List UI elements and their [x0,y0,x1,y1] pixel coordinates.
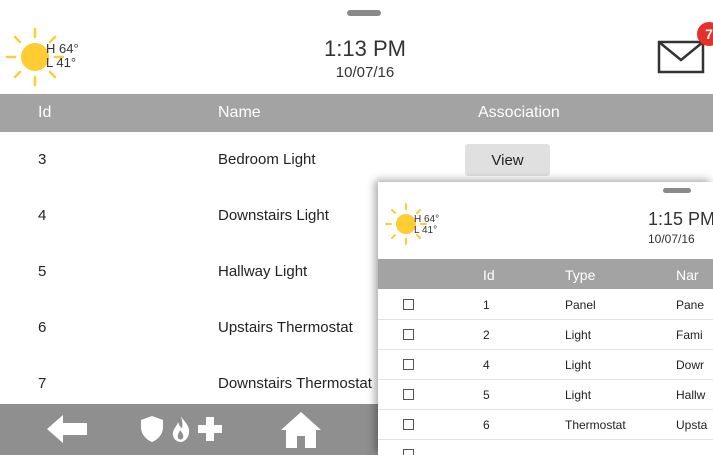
row-checkbox[interactable] [403,359,414,370]
row-name: Bedroom Light [218,151,316,168]
medical-plus-icon[interactable] [198,417,222,441]
row-id: 6 [38,319,47,336]
row-id: 1 [483,298,490,312]
home-icon[interactable] [281,412,321,448]
column-name: Name [218,104,261,121]
row-id: 3 [38,151,47,168]
overlay-table-row[interactable]: 1 Panel Pane [378,290,713,320]
row-id: 4 [38,207,47,224]
row-type: Panel [565,298,596,312]
main-header: H 64° L 41° 1:13 PM 10/07/16 7 [0,0,713,94]
clock: 1:13 PM 10/07/16 [290,36,440,81]
overlay-table-row[interactable]: 6 Thermostat Upsta [378,410,713,440]
overlay-clock-date: 10/07/16 [648,232,695,246]
column-id: Id [38,104,52,121]
overlay-table-row[interactable]: 2 Light Fami [378,320,713,350]
overlay-table-row[interactable]: 4 Light Dowr [378,350,713,380]
row-checkbox[interactable] [403,389,414,400]
overlay-weather-high: H 64° [414,214,440,225]
table-header: Id Name Association [0,94,713,132]
row-type: Light [565,358,592,372]
row-id: 4 [483,358,490,372]
overlay-weather-low: L 41° [414,225,438,236]
overlay-clock-time: 1:15 PM [648,209,713,229]
overlay-column-id: Id [483,267,495,283]
view-association-button[interactable]: View [465,144,550,176]
clock-date: 10/07/16 [335,64,395,81]
weather-low: L 41° [46,55,77,70]
overlay-table-row-partial[interactable] [378,440,713,455]
row-id: 6 [483,418,490,432]
table-row[interactable]: 3 Bedroom Light View [0,132,713,189]
overlay-weather-readout: H 64° L 41° [414,214,439,236]
row-name: Downstairs Light [218,207,329,224]
row-checkbox[interactable] [403,329,414,340]
row-name: Fami [676,328,703,342]
row-checkbox[interactable] [403,449,414,455]
row-name: Pane [676,298,705,312]
overlay-pull-down-handle[interactable] [663,188,691,193]
column-association: Association [478,104,560,121]
overlay-column-name: Nar [676,267,699,283]
row-name: Hallway Light [218,263,308,280]
row-checkbox[interactable] [403,299,414,310]
row-name: Downstairs Thermostat [218,375,372,392]
row-name: Upsta [676,418,708,432]
overlay-clock: 1:15 PM 10/07/16 [623,209,713,246]
row-name: Dowr [676,358,705,372]
overlay-column-type: Type [565,267,596,283]
fire-icon[interactable] [172,416,190,442]
weather-readout: H 64° L 41° [46,42,79,70]
row-checkbox[interactable] [403,419,414,430]
row-name: Upstairs Thermostat [218,319,353,336]
row-type: Light [565,388,592,402]
weather-high: H 64° [46,41,79,56]
pull-down-handle[interactable] [347,10,381,16]
back-arrow-icon[interactable] [47,415,89,443]
row-id: 2 [483,328,490,342]
mail-icon[interactable] [657,40,705,74]
row-id: 7 [38,375,47,392]
clock-time: 1:13 PM [324,36,406,61]
overlay-table-header: Id Type Nar [378,259,713,289]
row-name: Hallw [676,388,706,402]
row-id: 5 [483,388,490,402]
shield-icon[interactable] [141,416,163,442]
row-id: 5 [38,263,47,280]
overlay-table-row[interactable]: 5 Light Hallw [378,380,713,410]
overlay-panel: H 64° L 41° 1:15 PM 10/07/16 Id Type Nar… [378,182,713,455]
row-type: Light [565,328,592,342]
row-type: Thermostat [565,418,626,432]
